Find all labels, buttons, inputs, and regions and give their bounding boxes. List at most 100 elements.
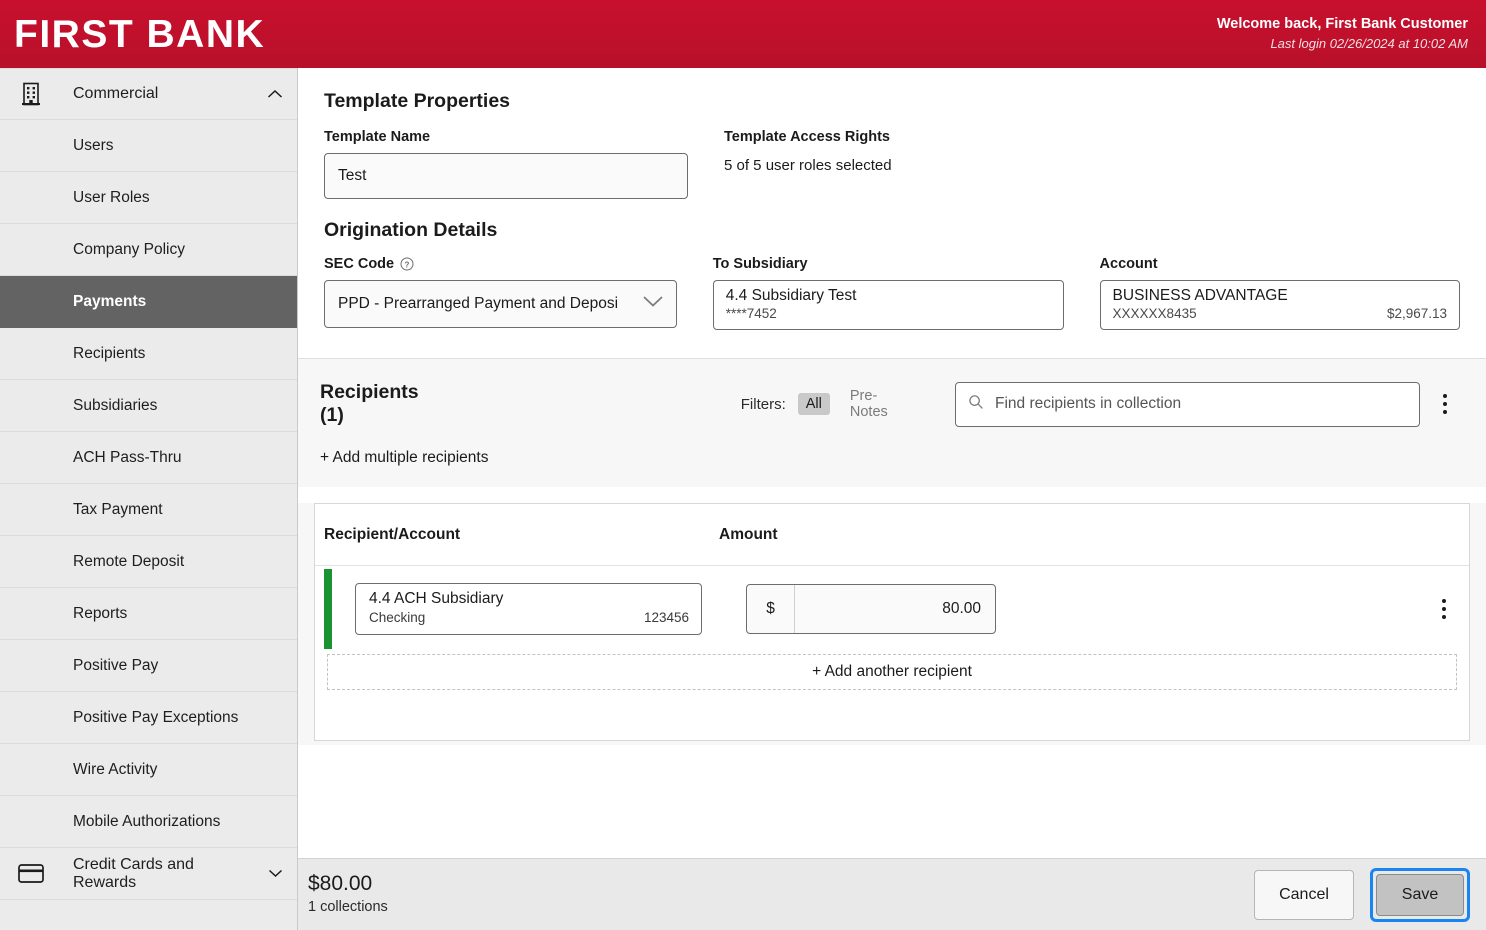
sidebar-item-subsidiaries[interactable]: Subsidiaries <box>0 380 297 432</box>
search-icon <box>968 394 984 415</box>
template-access-value: 5 of 5 user roles selected <box>724 157 892 174</box>
sidebar-item-label: Positive Pay <box>73 656 159 674</box>
recipients-table: Recipient/Account Amount 4.4 ACH Subsidi… <box>314 503 1470 741</box>
sidebar-item-company-policy[interactable]: Company Policy <box>0 224 297 276</box>
sidebar-item-list: Users User Roles Company Policy Payments Rec… <box>0 120 297 848</box>
origination-title: Origination Details <box>324 219 498 241</box>
account-field[interactable]: BUSINESS ADVANTAGE XXXXXX8435 $2,967.13 <box>1099 280 1461 330</box>
welcome-block: Welcome back, First Bank Customer Last l… <box>1217 15 1468 53</box>
to-subsidiary-field[interactable]: 4.4 Subsidiary Test ****7452 <box>712 280 1064 330</box>
sidebar-item-label: User Roles <box>73 188 150 206</box>
template-properties-fields: Template Name Test Template Access Right… <box>324 129 1460 199</box>
sec-code-label: SEC Code ? <box>324 256 677 272</box>
app-root: FIRST BANK Welcome back, First Bank Cust… <box>0 0 1486 930</box>
account-balance: $2,967.13 <box>1386 306 1448 322</box>
save-button[interactable]: Save <box>1376 873 1464 916</box>
recipient-account-type: Checking <box>369 610 426 626</box>
sec-code-select[interactable]: PPD - Prearranged Payment and Deposi <box>324 280 677 328</box>
recipients-toolbar: Recipients (1) Filters: All Pre-Notes <box>320 381 1460 427</box>
currency-symbol: $ <box>747 585 795 633</box>
action-footer: $80.00 1 collections Cancel Save <box>298 858 1486 930</box>
table-body: 4.4 ACH Subsidiary Checking 123456 $80.00 <box>315 566 1469 652</box>
chevron-down-icon <box>268 865 283 883</box>
chevron-down-icon <box>642 295 664 313</box>
search-container <box>955 381 1420 427</box>
sidebar-item-reports[interactable]: Reports <box>0 588 297 640</box>
sidebar-item-label: Recipients <box>73 344 146 362</box>
template-properties-section: Template Properties Template Name Test T… <box>298 68 1486 219</box>
sidebar-item-label: Mobile Authorizations <box>73 812 221 830</box>
sidebar-item-users[interactable]: Users <box>0 120 297 172</box>
sidebar-item-wire-activity[interactable]: Wire Activity <box>0 744 297 796</box>
sidebar-group-label: Commercial <box>73 85 159 102</box>
table-bottom-spacer <box>315 690 1469 740</box>
row-status-indicator <box>324 569 332 649</box>
row-actions-cell <box>1409 566 1469 652</box>
sidebar-item-recipients[interactable]: Recipients <box>0 328 297 380</box>
table-header-row: Recipient/Account Amount <box>315 504 1469 566</box>
template-name-value: Test <box>338 167 367 184</box>
sidebar-item-label: Users <box>73 136 114 154</box>
account-name: BUSINESS ADVANTAGE <box>1112 287 1288 304</box>
search-input[interactable] <box>995 395 1407 413</box>
help-icon[interactable]: ? <box>400 257 414 271</box>
main-content: Template Properties Template Name Test T… <box>298 68 1486 930</box>
table-row: 4.4 ACH Subsidiary Checking 123456 $80.00 <box>315 566 1469 652</box>
cancel-button[interactable]: Cancel <box>1254 869 1354 920</box>
recipients-panel: Recipients (1) Filters: All Pre-Notes Fi… <box>298 358 1486 487</box>
total-amount: $80.00 <box>308 872 373 896</box>
recipients-overflow-menu-icon[interactable] <box>1430 394 1460 414</box>
sidebar-item-payments[interactable]: Payments <box>0 276 297 328</box>
page-title: Template Properties <box>324 90 511 112</box>
recipient-account-field[interactable]: 4.4 ACH Subsidiary Checking 123456 <box>355 583 702 635</box>
sidebar-item-label: Payments <box>73 292 147 310</box>
sidebar-item-label: Subsidiaries <box>73 396 158 414</box>
app-body: Commercial Users User Roles Company Policy… <box>0 68 1486 930</box>
app-header: FIRST BANK Welcome back, First Bank Cust… <box>0 0 1486 68</box>
add-multiple-recipients-link[interactable]: + Add multiple recipients <box>320 449 1460 467</box>
building-icon <box>16 82 46 106</box>
sidebar-item-positive-pay[interactable]: Positive Pay <box>0 640 297 692</box>
to-subsidiary-label: To Subsidiary <box>712 256 808 272</box>
row-overflow-menu-icon[interactable] <box>1429 599 1459 619</box>
scroll-content: Template Properties Template Name Test T… <box>298 68 1486 858</box>
sidebar-item-label: ACH Pass-Thru <box>73 448 182 466</box>
filter-prenotes-chip[interactable]: Pre-Notes <box>842 385 913 423</box>
credit-card-icon <box>16 864 46 883</box>
template-name-input[interactable]: Test <box>324 153 688 199</box>
search-box[interactable] <box>955 381 1420 427</box>
totals-block: $80.00 1 collections <box>308 871 388 917</box>
sidebar-item-label: Reports <box>73 604 128 622</box>
add-another-recipient-button[interactable]: + Add another recipient <box>327 654 1457 690</box>
sidebar-item-ach-pass-thru[interactable]: ACH Pass-Thru <box>0 432 297 484</box>
origination-details-section: Origination Details SEC Code ? PPD - Pre… <box>298 219 1486 358</box>
sidebar-item-mobile-authorizations[interactable]: Mobile Authorizations <box>0 796 297 848</box>
amount-input[interactable]: $80.00 <box>746 584 996 634</box>
filters-label: Filters: <box>740 395 786 413</box>
sidebar-group-credit-cards[interactable]: Credit Cards and Rewards <box>0 848 297 900</box>
account-label: Account <box>1099 256 1158 272</box>
sidebar-item-positive-pay-exceptions[interactable]: Positive Pay Exceptions <box>0 692 297 744</box>
filters-group: Filters: All Pre-Notes <box>741 385 913 423</box>
column-header-amount: Amount <box>719 525 778 543</box>
sidebar-item-label: Tax Payment <box>73 500 163 518</box>
welcome-message: Welcome back, First Bank Customer <box>1216 16 1468 33</box>
sec-code-value: PPD - Prearranged Payment and Deposi <box>338 295 619 312</box>
sidebar-nav: Commercial Users User Roles Company Policy… <box>0 68 298 930</box>
recipient-cell: 4.4 ACH Subsidiary Checking 123456 <box>332 566 718 652</box>
sidebar-item-label: Positive Pay Exceptions <box>73 708 239 726</box>
sidebar-item-tax-payment[interactable]: Tax Payment <box>0 484 297 536</box>
subsidiary-name: 4.4 Subsidiary Test <box>725 287 857 304</box>
subsidiary-number: ****7452 <box>725 306 777 322</box>
total-collections: 1 collections <box>308 898 388 915</box>
sidebar-item-label: Company Policy <box>73 240 185 258</box>
chevron-up-icon <box>267 89 283 99</box>
filter-all-chip[interactable]: All <box>797 393 830 415</box>
account-number: XXXXXX8435 <box>1112 306 1197 322</box>
amount-value: 80.00 <box>942 600 981 617</box>
sidebar-item-user-roles[interactable]: User Roles <box>0 172 297 224</box>
sidebar-item-remote-deposit[interactable]: Remote Deposit <box>0 536 297 588</box>
last-login-text: Last login 02/26/2024 at 10:02 AM <box>1270 35 1468 51</box>
template-name-label: Template Name <box>324 129 431 145</box>
sidebar-group-commercial[interactable]: Commercial <box>0 68 297 120</box>
